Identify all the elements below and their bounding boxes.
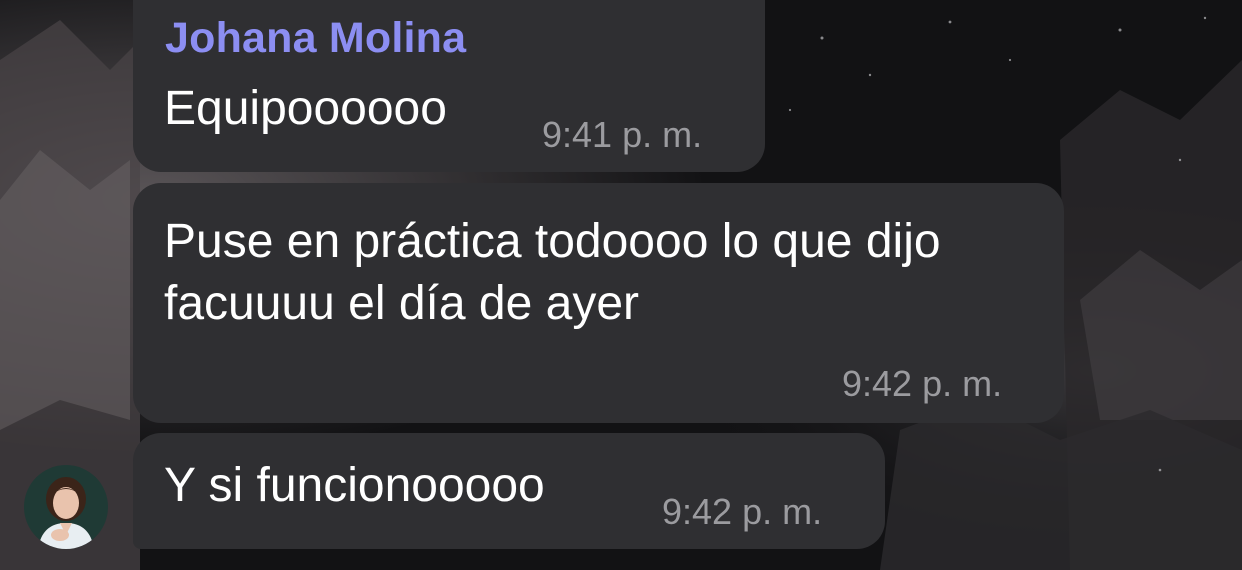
message-bubble[interactable]: Y si funcionooooo 9:42 p. m. — [133, 433, 885, 549]
message-text: Puse en práctica todoooo lo que dijo fac… — [164, 215, 954, 330]
avatar[interactable] — [24, 465, 108, 549]
message-text: Equipoooooo — [164, 82, 447, 135]
profile-photo-icon — [24, 465, 108, 549]
message-timestamp: 9:42 p. m. — [662, 491, 823, 532]
message-timestamp: 9:41 p. m. — [542, 114, 703, 155]
message-bubble[interactable]: Johana Molina Equipoooooo 9:41 p. m. — [133, 0, 765, 172]
message-text: Y si funcionooooo — [164, 459, 545, 512]
message-timestamp: 9:42 p. m. — [842, 363, 1003, 404]
sender-name[interactable]: Johana Molina — [165, 14, 466, 63]
message-bubble[interactable]: Puse en práctica todoooo lo que dijo fac… — [133, 183, 1064, 423]
